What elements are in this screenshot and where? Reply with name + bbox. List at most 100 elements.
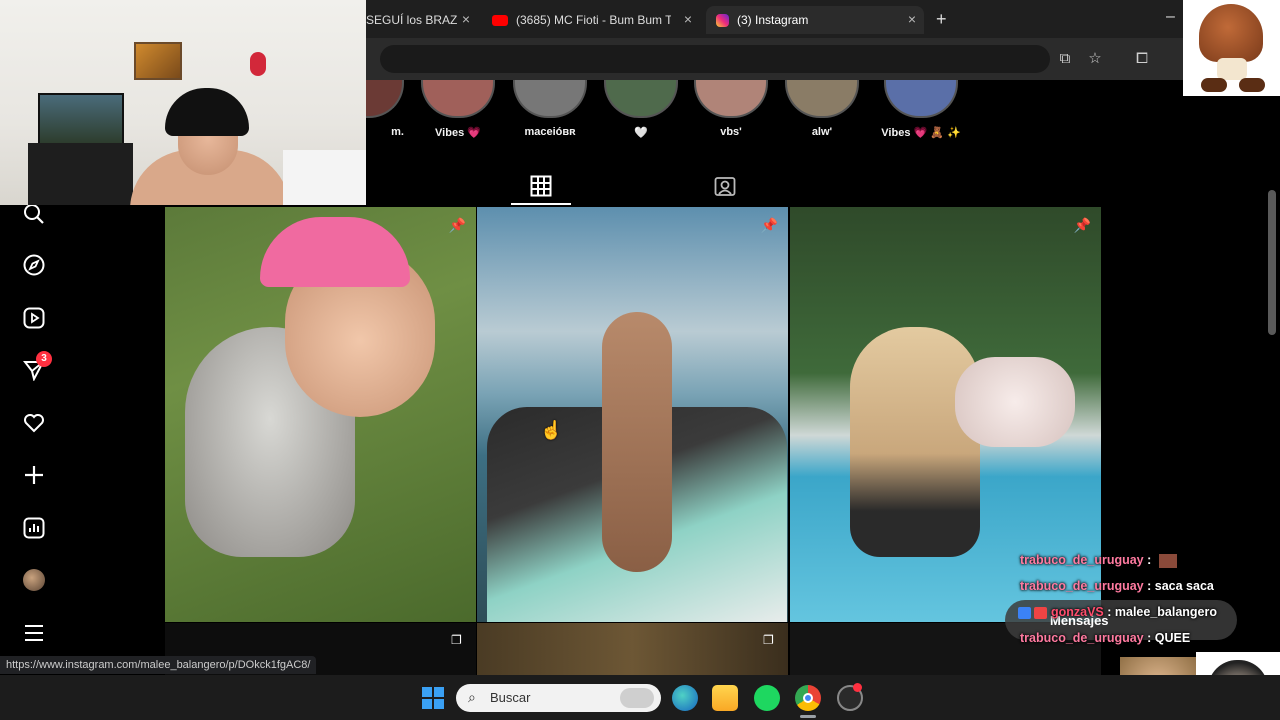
- close-icon[interactable]: ×: [462, 11, 470, 27]
- post-thumbnail[interactable]: 📌: [477, 207, 788, 622]
- goomba-overlay: [1183, 0, 1280, 96]
- badge-icon: [1018, 606, 1031, 619]
- post-thumbnail[interactable]: ❐: [477, 623, 788, 675]
- chat-username: trabuco_de_uruguay: [1020, 631, 1144, 645]
- pinned-icon: 📌: [1073, 217, 1091, 233]
- story-avatar: [884, 80, 958, 118]
- tab-seguí[interactable]: SEGUÍ los BRAZ ×: [356, 6, 478, 34]
- red-object-image: [250, 52, 266, 76]
- windows-start-icon[interactable]: [420, 685, 446, 711]
- story-item[interactable]: vbs': [694, 80, 768, 138]
- story-label: 🤍: [634, 127, 648, 139]
- furniture-image: [28, 143, 133, 205]
- goomba-foot-image: [1201, 78, 1227, 92]
- close-icon[interactable]: ×: [908, 11, 916, 27]
- chat-message: trabuco_de_uruguay : QUEE: [1020, 631, 1190, 645]
- person-hair-image: [165, 88, 249, 136]
- cursor-hand-icon: ☝: [540, 420, 563, 440]
- bulldog-image: [955, 357, 1075, 447]
- install-app-icon[interactable]: ⧉: [1056, 50, 1074, 68]
- story-item[interactable]: alw': [785, 80, 859, 138]
- search-icon: ⌕: [468, 689, 476, 705]
- carousel-icon: ❐: [451, 633, 462, 647]
- search-highlight-image: [620, 688, 654, 708]
- extensions-icon[interactable]: ⧠: [1133, 50, 1151, 68]
- pinned-icon: 📌: [760, 217, 778, 233]
- active-tab-underline: [511, 203, 571, 205]
- webcam-overlay: [0, 0, 366, 205]
- story-item[interactable]: Vibes 💗: [421, 80, 495, 139]
- badge-icon: [1034, 606, 1048, 619]
- story-avatar: [604, 80, 678, 118]
- taskbar: ⌕ Buscar: [0, 675, 1280, 720]
- chat-username: trabuco_de_uruguay: [1020, 553, 1144, 567]
- story-avatar: [785, 80, 859, 118]
- pinned-icon: 📌: [448, 217, 466, 233]
- story-label: vbs': [720, 126, 742, 138]
- scrollbar-thumb[interactable]: [1268, 190, 1276, 335]
- goomba-head-image: [1199, 4, 1263, 62]
- chrome-icon[interactable]: [795, 685, 821, 711]
- goomba-foot-image: [1239, 78, 1265, 92]
- goomba-body-image: [1217, 58, 1247, 80]
- youtube-icon: [492, 14, 508, 26]
- chat-username: trabuco_de_uruguay: [1020, 579, 1144, 593]
- create-plus-icon[interactable]: [21, 462, 47, 488]
- reels-icon[interactable]: [21, 305, 47, 331]
- explore-compass-icon[interactable]: [21, 252, 47, 278]
- taskbar-search[interactable]: ⌕ Buscar: [456, 684, 661, 712]
- heart-icon[interactable]: [21, 410, 47, 436]
- tab-instagram[interactable]: (3) Instagram ×: [706, 6, 924, 34]
- tv-image: [38, 93, 124, 147]
- pillow-image: [283, 150, 366, 205]
- chat-username: gonzaVS: [1050, 605, 1104, 619]
- chat-text: malee_balangero: [1111, 605, 1218, 619]
- posts-grid-icon[interactable]: [530, 175, 552, 197]
- post-thumbnail[interactable]: 📌: [165, 207, 476, 622]
- sidebar: 3: [0, 204, 66, 655]
- story-item[interactable]: Vibes 💗 🧸 ✨: [875, 80, 967, 139]
- chat-text: saca saca: [1151, 579, 1214, 593]
- story-avatar: [421, 80, 495, 118]
- file-explorer-icon[interactable]: [712, 685, 738, 711]
- new-tab-button[interactable]: +: [936, 9, 947, 30]
- profile-avatar[interactable]: [21, 567, 47, 593]
- tagged-icon[interactable]: [714, 175, 736, 197]
- story-item[interactable]: 🤍: [604, 80, 678, 139]
- story-label: alw': [811, 126, 833, 138]
- dashboard-icon[interactable]: [21, 515, 47, 541]
- chat-text: QUEE: [1151, 631, 1191, 645]
- story-label: maceióʙʀ: [524, 126, 576, 138]
- menu-hamburger-icon[interactable]: [21, 620, 47, 646]
- bookmark-star-icon[interactable]: ☆: [1086, 50, 1104, 68]
- story-avatar: [694, 80, 768, 118]
- tab-label: (3) Instagram: [737, 13, 809, 27]
- chat-separator: :: [1143, 553, 1152, 567]
- woman-image: [602, 312, 672, 572]
- address-field[interactable]: [380, 45, 1050, 73]
- chat-message: trabuco_de_uruguay : saca saca: [1020, 579, 1214, 593]
- story-label: Vibes 💗: [435, 127, 481, 139]
- chat-message: gonzaVS : malee_balangero: [1018, 605, 1217, 619]
- tab-label: (3685) MC Fioti - Bum Bum Tam: [516, 13, 671, 27]
- story-item[interactable]: maceióʙʀ: [513, 80, 587, 138]
- close-icon[interactable]: ×: [684, 11, 692, 27]
- edge-icon[interactable]: [672, 685, 698, 711]
- instagram-icon: [716, 13, 729, 27]
- active-app-indicator: [800, 715, 816, 718]
- minimize-button[interactable]: –: [1166, 8, 1175, 26]
- story-avatar: [513, 80, 587, 118]
- spotify-icon[interactable]: [754, 685, 780, 711]
- woman-in-pool-image: [850, 327, 980, 557]
- chat-message: trabuco_de_uruguay :: [1020, 553, 1177, 568]
- carousel-icon: ❐: [763, 633, 774, 647]
- messages-send-icon[interactable]: 3: [21, 351, 52, 383]
- app-icon[interactable]: [837, 683, 863, 711]
- tab-youtube[interactable]: (3685) MC Fioti - Bum Bum Tam ×: [482, 6, 700, 34]
- story-label: Vibes 💗 🧸 ✨: [881, 127, 961, 139]
- status-url-tooltip: https://www.instagram.com/malee_balanger…: [0, 656, 317, 674]
- pink-cap-image: [260, 217, 410, 287]
- notification-dot: [853, 683, 862, 692]
- search-placeholder: Buscar: [490, 690, 531, 705]
- wall-painting-image: [134, 42, 182, 80]
